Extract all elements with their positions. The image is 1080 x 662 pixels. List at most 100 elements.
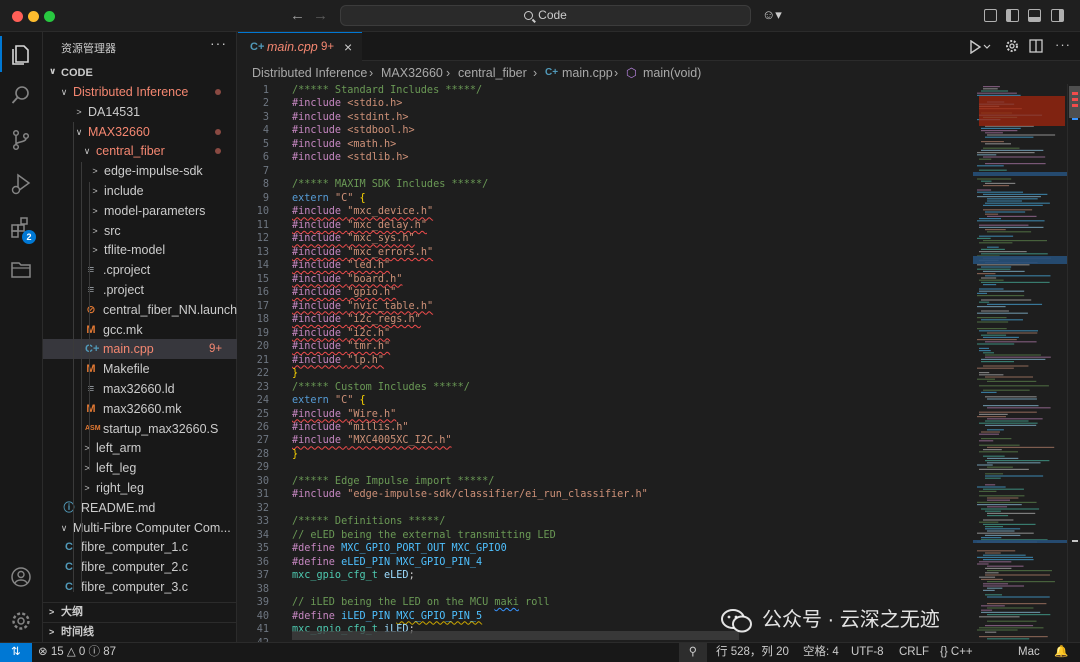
code-line[interactable]: 29 — [238, 461, 973, 475]
manage-button[interactable] — [0, 602, 43, 642]
code-line[interactable]: 14 #include "led.h" — [238, 259, 973, 273]
code-line[interactable]: 19 #include "i2c.h" — [238, 327, 973, 341]
minimap-line — [979, 627, 1044, 629]
run-file-icon[interactable] — [969, 40, 991, 54]
scrollbar-thumb[interactable] — [1069, 86, 1080, 118]
notifications-bell-icon[interactable]: 🔔 — [1054, 643, 1068, 662]
back-arrow-icon[interactable]: ← — [290, 7, 305, 24]
minimap-line — [981, 248, 1005, 250]
source-control-button[interactable] — [0, 120, 43, 160]
search-view-button[interactable] — [0, 76, 43, 116]
chevron-down-icon: ∨ — [60, 522, 68, 533]
code-line[interactable]: 24 extern "C" { — [238, 394, 973, 408]
code-line[interactable]: 7 — [238, 165, 973, 179]
command-center-search[interactable]: Code — [340, 5, 751, 26]
timeline-section-header[interactable]: > 时间线 — [43, 622, 237, 642]
code-line[interactable]: 3 #include <stdint.h> — [238, 111, 973, 125]
code-line[interactable]: 22} — [238, 367, 973, 381]
customize-layout-icon[interactable] — [984, 9, 997, 22]
code-line[interactable]: 13 #include "mxc_errors.h" — [238, 246, 973, 260]
indentation-status[interactable]: 空格: 4 — [803, 643, 839, 662]
breadcrumb-item[interactable]: MAX32660 — [381, 62, 443, 84]
close-window-button[interactable] — [12, 11, 23, 22]
encoding-status[interactable]: UTF-8 — [851, 643, 884, 662]
breadcrumb-item[interactable]: main.cpp — [562, 62, 613, 84]
code-line[interactable]: 36 #define eLED_PIN MXC_GPIO_PIN_4 — [238, 556, 973, 570]
minimap[interactable] — [973, 84, 1067, 642]
code-line[interactable]: 11 #include "mxc_delay.h" — [238, 219, 973, 233]
run-debug-button[interactable] — [0, 164, 43, 204]
code-line[interactable]: 20 #include "tmr.h" — [238, 340, 973, 354]
code-text: #define eLED_PIN MXC_GPIO_PIN_4 — [292, 556, 483, 568]
code-line[interactable]: 27 #include "MXC4005XC_I2C.h" — [238, 434, 973, 448]
tab-main-cpp[interactable]: C+ main.cpp 9+ × — [238, 32, 362, 61]
code-line[interactable]: 21 #include "lp.h" — [238, 354, 973, 368]
toggle-sidebar-icon[interactable] — [1006, 9, 1019, 22]
split-editor-icon[interactable] — [1029, 39, 1043, 53]
minimap-line — [977, 486, 1006, 488]
code-line[interactable]: 23 /***** Custom Includes *****/ — [238, 381, 973, 395]
code-line[interactable]: 1 /***** Standard Includes *****/ — [238, 84, 973, 98]
code-line[interactable]: 33 /***** Definitions *****/ — [238, 515, 973, 529]
eol-status[interactable]: CRLF — [899, 643, 929, 662]
problems-status[interactable]: ⊗ 15 △ 0 ⓘ 87 — [38, 643, 116, 662]
code-editor[interactable]: 1 /***** Standard Includes *****/ 2 #includ… — [238, 84, 973, 642]
minimap-line — [987, 603, 1047, 605]
code-line[interactable]: 32 — [238, 502, 973, 516]
breadcrumb-item[interactable]: Distributed Inference — [252, 62, 367, 84]
code-line[interactable]: 31 #include "edge-impulse-sdk/classifier/… — [238, 488, 973, 502]
minimap-line — [987, 380, 1037, 382]
more-actions-icon[interactable]: ··· — [1055, 37, 1071, 52]
close-tab-button[interactable]: × — [344, 33, 352, 61]
breadcrumb-item[interactable]: central_fiber — [458, 62, 527, 84]
code-line[interactable]: 5 #include <math.h> — [238, 138, 973, 152]
platform-status[interactable]: Mac — [1018, 643, 1040, 662]
toggle-panel-icon[interactable] — [1028, 9, 1041, 22]
accounts-button[interactable] — [0, 558, 43, 598]
cursor-position[interactable]: 行 528，列 20 — [716, 643, 789, 662]
code-line[interactable]: 2 #include <stdio.h> — [238, 97, 973, 111]
folder-tree-item[interactable]: ∨ Distributed Inference — [43, 82, 237, 102]
code-line[interactable]: 6 #include <stdlib.h> — [238, 151, 973, 165]
breadcrumb-item[interactable]: main(void) — [643, 62, 701, 84]
code-line[interactable]: 30 /***** Edge Impulse import *****/ — [238, 475, 973, 489]
code-line[interactable]: 18 #include "i2c_regs.h" — [238, 313, 973, 327]
extensions-button[interactable]: 2 — [0, 208, 43, 248]
outline-section-header[interactable]: > 大纲 — [43, 602, 237, 622]
minimap-line — [985, 631, 997, 633]
vertical-scrollbar[interactable] — [1067, 84, 1080, 642]
code-line[interactable]: 34 // eLED being the external transmittin… — [238, 529, 973, 543]
copilot-icon[interactable]: ☺▾ — [762, 7, 782, 23]
minimize-window-button[interactable] — [28, 11, 39, 22]
workspace-section-header[interactable]: ∨ CODE — [43, 64, 237, 82]
minimap-highlight — [973, 172, 1067, 176]
toggle-secondary-sidebar-icon[interactable] — [1051, 9, 1064, 22]
remote-indicator-button[interactable]: ⇅ — [0, 643, 32, 662]
minimap-line — [977, 92, 1017, 94]
code-line[interactable]: 38 — [238, 583, 973, 597]
code-line[interactable]: 26 #include "millis.h" — [238, 421, 973, 435]
code-line[interactable]: 35 #define MXC_GPIO_PORT_OUT MXC_GPIO0 — [238, 542, 973, 556]
remote-explorer-button[interactable] — [0, 250, 43, 290]
code-line[interactable]: 12 #include "mxc_sys.h" — [238, 232, 973, 246]
folder-tree-item[interactable]: > DA14531 — [43, 102, 237, 122]
language-mode[interactable]: {} C++ — [940, 643, 973, 662]
zoom-window-button[interactable] — [44, 11, 55, 22]
more-actions-icon[interactable]: ··· — [210, 35, 227, 51]
code-line[interactable]: 10 #include "mxc_device.h" — [238, 205, 973, 219]
code-line[interactable]: 16 #include "gpio.h" — [238, 286, 973, 300]
code-line[interactable]: 4 #include <stdbool.h> — [238, 124, 973, 138]
code-line[interactable]: 15 #include "board.h" — [238, 273, 973, 287]
gear-icon[interactable] — [1005, 39, 1019, 53]
code-line[interactable]: 8 /***** MAXIM SDK Includes *****/ — [238, 178, 973, 192]
code-line[interactable]: 17 #include "nvic_table.h" — [238, 300, 973, 314]
code-text: #include "i2c.h" — [292, 327, 391, 339]
code-line[interactable]: 25 #include "Wire.h" — [238, 408, 973, 422]
code-line[interactable]: 28} — [238, 448, 973, 462]
explorer-button[interactable] — [0, 34, 43, 74]
code-line[interactable]: 37 mxc_gpio_cfg_t eLED; — [238, 569, 973, 583]
horizontal-scrollbar[interactable] — [292, 631, 739, 640]
code-line[interactable]: 9 extern "C" { — [238, 192, 973, 206]
forward-arrow-icon[interactable]: → — [313, 7, 328, 24]
zoom-button[interactable]: ⚲ — [679, 643, 707, 662]
